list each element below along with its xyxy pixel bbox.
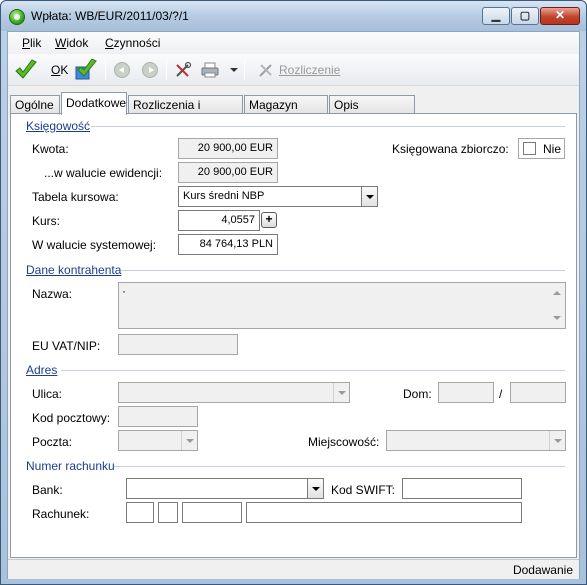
tabela-kursowa-label: Tabela kursowa:	[32, 190, 119, 204]
miejscowosc-select	[386, 430, 566, 451]
status-mode: Dodawanie	[512, 563, 573, 577]
chevron-down-icon	[181, 431, 197, 450]
menu-widok[interactable]: Widok	[55, 36, 88, 50]
rachunek-number-input[interactable]	[246, 502, 522, 523]
dropdown-arrow-icon[interactable]	[230, 68, 238, 72]
vat-nip-label: EU VAT/NIP:	[32, 339, 101, 353]
systemowa-input[interactable]: 84 764,13 PLN	[178, 234, 278, 255]
app-window: Wpłata: WB/EUR/2011/03/?/1 ▁ ▢ ✕ Plik Wi…	[0, 0, 587, 585]
bank-select[interactable]	[126, 478, 324, 499]
kurs-input[interactable]: 4,0557	[178, 210, 260, 231]
menu-bar: Plik Widok Czynności	[8, 32, 579, 54]
section-adres-heading: Adres	[26, 363, 58, 377]
maximize-icon: ▢	[519, 10, 531, 22]
kurs-label: Kurs:	[32, 214, 61, 228]
print-icon[interactable]	[201, 61, 219, 79]
menu-plik[interactable]: Plik	[22, 36, 41, 50]
back-icon[interactable]	[114, 62, 130, 78]
maximize-button[interactable]: ▢	[511, 7, 539, 25]
kod-pocztowy-field	[118, 406, 198, 427]
poczta-label: Poczta:	[32, 435, 73, 449]
minimize-button[interactable]: ▁	[482, 7, 510, 25]
close-button[interactable]: ✕	[540, 7, 580, 25]
rachunek-bank-code-input[interactable]	[182, 502, 242, 523]
save-ok-button[interactable]	[74, 58, 102, 82]
rachunek-country-input[interactable]	[126, 502, 154, 523]
zbiorczo-label: Księgowana zbiorczo:	[392, 142, 509, 156]
forward-icon[interactable]	[142, 62, 158, 78]
section-divider	[121, 270, 565, 271]
section-divider	[61, 370, 565, 371]
dom-label: Dom:	[403, 387, 432, 401]
waluta-ewidencji-field: 20 900,00 EUR	[178, 162, 278, 183]
poczta-select	[118, 430, 198, 451]
miejscowosc-label: Miejscowość:	[308, 435, 380, 449]
systemowa-label: W walucie systemowej:	[32, 238, 157, 252]
toolbar-separator	[105, 60, 106, 80]
swift-input[interactable]	[402, 478, 522, 499]
section-rachunek-heading: Numer rachunku	[26, 459, 115, 473]
section-ksiegowosc-heading: Księgowość	[26, 119, 91, 133]
bank-label: Bank:	[32, 483, 63, 497]
ok-label: OK	[51, 63, 69, 77]
kwota-label: Kwota:	[32, 142, 69, 156]
tab-magazyn-walut[interactable]: Magazyn walut	[244, 95, 328, 126]
tabela-kursowa-select[interactable]: Kurs średni NBP	[178, 186, 378, 207]
tab-dodatkowe[interactable]: Dodatkowe	[61, 92, 127, 115]
nazwa-label: Nazwa:	[32, 287, 73, 301]
kurs-plus-button[interactable]: +	[261, 212, 277, 228]
kod-pocztowy-label: Kod pocztowy:	[32, 411, 111, 425]
section-kontrahent-heading: Dane kontrahenta	[26, 263, 122, 277]
chevron-down-icon[interactable]	[307, 479, 323, 498]
tab-panel-dodatkowe: Księgowość Kwota: 20 900,00 EUR ...w wal…	[10, 113, 577, 558]
toolbar-separator	[166, 60, 167, 80]
dom-field	[438, 382, 494, 403]
toolbar-separator	[244, 60, 245, 80]
kwota-field: 20 900,00 EUR	[178, 138, 278, 159]
chevron-down-icon	[333, 383, 349, 402]
settle-button[interactable]: Rozliczenie	[279, 63, 340, 77]
tab-rozliczenia-przelewy[interactable]: Rozliczenia i Przelewy	[128, 95, 243, 126]
rachunek-check-input[interactable]	[158, 502, 178, 523]
zbiorczo-value: Nie	[543, 142, 562, 156]
scroll-down-icon[interactable]	[553, 316, 561, 320]
tab-strip: Ogólne Dodatkowe Rozliczenia i Przelewy …	[8, 92, 579, 126]
dom-lokal-separator: /	[499, 387, 503, 401]
settle-icon	[259, 64, 272, 77]
zbiorczo-toggle[interactable]: Nie	[518, 138, 565, 159]
close-icon: ✕	[554, 8, 566, 22]
nazwa-textarea[interactable]: ·	[118, 282, 566, 329]
vat-nip-field	[118, 334, 238, 355]
menu-czynnosci[interactable]: Czynności	[105, 36, 160, 50]
waluta-ewidencji-label: ...w walucie ewidencji:	[44, 166, 163, 180]
nazwa-value: ·	[122, 284, 126, 298]
lokal-field	[510, 382, 566, 403]
ok-check-icon	[15, 59, 37, 79]
status-bar: Dodawanie	[8, 559, 579, 579]
rachunek-label: Rachunek:	[32, 507, 90, 521]
window-title: Wpłata: WB/EUR/2011/03/?/1	[31, 9, 189, 23]
swift-label: Kod SWIFT:	[331, 483, 396, 497]
section-divider	[114, 466, 565, 467]
toolbar: OK Rozliczenie	[8, 54, 579, 86]
window-client: Plik Widok Czynności OK Rozliczenie Ogól…	[7, 31, 580, 579]
zbiorczo-checkbox[interactable]	[523, 142, 536, 155]
chevron-down-icon	[549, 431, 565, 450]
tab-opis-analityczny[interactable]: Opis analityczny	[329, 95, 415, 126]
title-bar[interactable]: Wpłata: WB/EUR/2011/03/?/1 ▁ ▢ ✕	[1, 1, 586, 31]
scroll-up-icon[interactable]	[553, 291, 561, 295]
tab-ogolne[interactable]: Ogólne	[10, 95, 60, 114]
tools-icon[interactable]	[174, 61, 192, 79]
chevron-down-icon[interactable]	[361, 187, 377, 206]
ok-button[interactable]: OK	[12, 58, 74, 82]
ok-save-check-icon	[75, 59, 97, 80]
minimize-icon: ▁	[491, 10, 501, 22]
tabela-kursowa-value: Kurs średni NBP	[183, 190, 265, 202]
ulica-select	[118, 382, 350, 403]
section-divider	[91, 126, 565, 127]
app-icon	[9, 9, 25, 25]
ulica-label: Ulica:	[32, 387, 63, 401]
